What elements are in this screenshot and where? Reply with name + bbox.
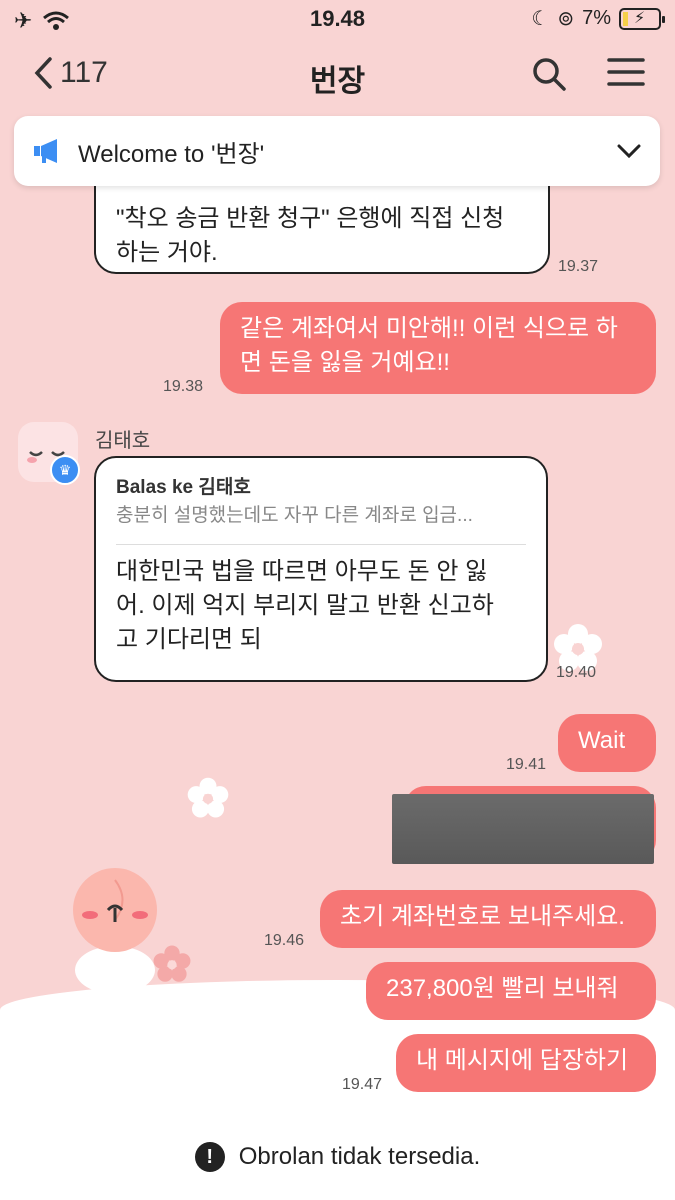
- message-time: 19.41: [506, 756, 547, 773]
- message-bubble-outgoing[interactable]: 237,800원 빨리 보내줘: [366, 962, 656, 1020]
- rotation-lock-icon: ⊚: [557, 8, 575, 30]
- reply-divider: [116, 544, 526, 545]
- reply-header: Balas ke 김태호: [116, 477, 251, 498]
- message-bubble-outgoing[interactable]: 같은 계좌여서 미안해!! 이런 식으로 하 면 돈을 잃을 거예요!!: [220, 302, 656, 394]
- megaphone-icon: [34, 139, 57, 163]
- message-bubble-outgoing[interactable]: Wait: [558, 714, 656, 772]
- message-text: 어. 이제 억지 부리지 말고 반환 신고하: [116, 592, 494, 619]
- menu-icon[interactable]: [607, 56, 645, 88]
- message-time: 19.40: [556, 664, 597, 681]
- sender-name: 김태호: [95, 430, 151, 452]
- chevron-down-icon[interactable]: [616, 142, 642, 160]
- message-text: 면 돈을 잃을 거예요!!: [240, 349, 450, 376]
- peach-character-illustration: [73, 868, 157, 990]
- message-time: 19.46: [264, 932, 305, 949]
- flower-decoration: [187, 777, 229, 818]
- message-text: 내 메시지에 답장하기: [416, 1047, 629, 1074]
- message-text: 고 기다리면 되: [116, 626, 262, 653]
- message-text: 같은 계좌여서 미안해!! 이런 식으로 하: [240, 315, 618, 342]
- message-time: 19.47: [342, 1076, 383, 1093]
- message-text: "착오 송금 반환 청구" 은행에 직접 신청: [116, 205, 505, 232]
- redacted-content: [392, 794, 654, 864]
- battery-percent: 7%: [582, 7, 611, 29]
- search-icon[interactable]: [531, 56, 567, 92]
- chat-header: 117 번장: [0, 48, 675, 108]
- message-text: 초기 계좌번호로 보내주세요.: [340, 903, 625, 930]
- battery-icon: ⚡: [619, 7, 665, 30]
- message-bubble-outgoing[interactable]: 내 메시지에 답장하기: [396, 1034, 656, 1092]
- message-time: 19.38: [163, 378, 204, 395]
- status-bar: ✈ 19.48 ☾ ⊚ 7% ⚡: [0, 0, 675, 40]
- message-text: Wait: [578, 727, 626, 754]
- moon-icon: ☾: [531, 8, 550, 30]
- crown-badge-icon: ♛: [50, 455, 80, 485]
- reply-preview: 충분히 설명했는데도 자꾸 다른 계좌로 입금...: [116, 505, 473, 526]
- message-bubble-outgoing[interactable]: 초기 계좌번호로 보내주세요.: [320, 890, 656, 948]
- chat-unavailable-notice: ! Obrolan tidak tersedia.: [0, 1142, 675, 1172]
- message-bubble-reply[interactable]: Balas ke 김태호 충분히 설명했는데도 자꾸 다른 계좌로 입금... …: [94, 456, 548, 682]
- message-time: 19.37: [558, 258, 599, 275]
- message-text: 237,800원 빨리 보내줘: [386, 975, 619, 1002]
- message-text: 대한민국 법을 따르면 아무도 돈 안 잃: [116, 558, 488, 585]
- alert-icon: !: [194, 1142, 225, 1172]
- notice-banner[interactable]: Welcome to '번장': [14, 116, 660, 186]
- notice-text: Welcome to '번장': [78, 140, 265, 168]
- footer-text: Obrolan tidak tersedia.: [238, 1143, 481, 1170]
- message-text: 하는 거야.: [116, 239, 218, 266]
